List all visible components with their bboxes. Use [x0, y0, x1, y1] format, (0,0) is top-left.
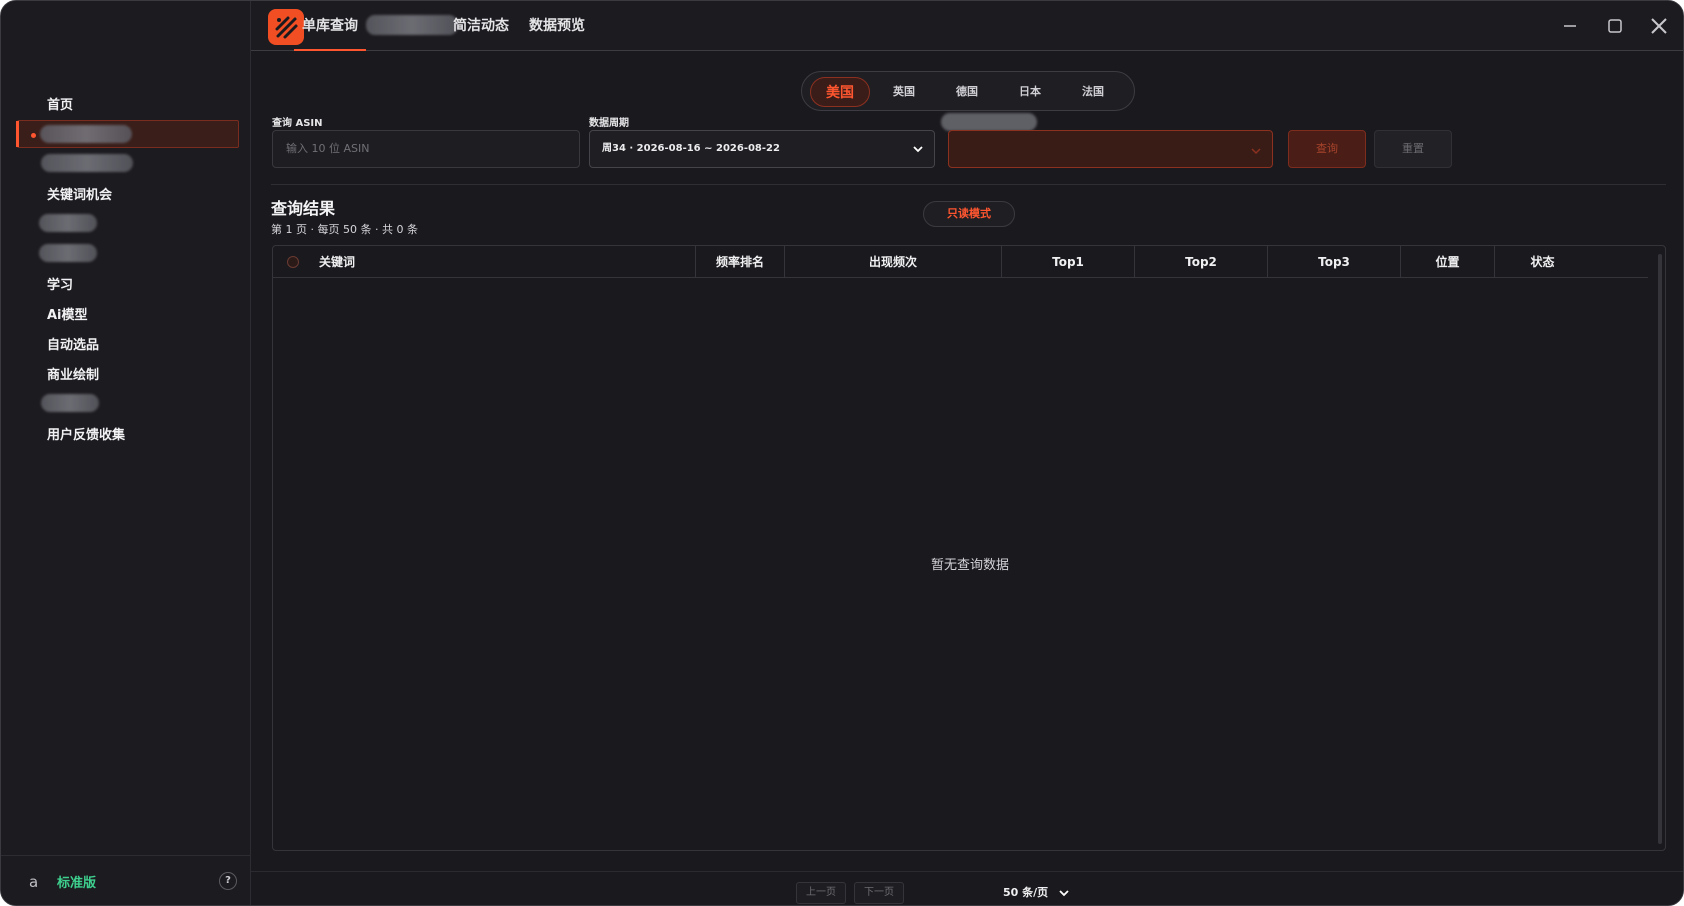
- close-icon[interactable]: [1648, 15, 1670, 37]
- tab-concise-dynamics[interactable]: 简洁动态: [453, 1, 509, 51]
- results-title: 查询结果: [271, 199, 336, 218]
- chevron-down-icon: [1059, 890, 1069, 897]
- marketplace-select[interactable]: [948, 130, 1273, 168]
- tab-single-query[interactable]: 单库查询: [294, 1, 366, 52]
- sidebar-item-auto-selection[interactable]: 自动选品: [17, 329, 239, 357]
- table-scrollbar[interactable]: [1658, 254, 1662, 844]
- col-frequency-rank[interactable]: 频率排名: [696, 246, 785, 278]
- blurred-label: [39, 214, 97, 232]
- country-de[interactable]: 德国: [937, 77, 997, 107]
- tab-data-preview[interactable]: 数据预览: [529, 1, 585, 51]
- sidebar-item-ai-model[interactable]: Ai模型: [17, 299, 239, 327]
- reset-button[interactable]: 重置: [1374, 130, 1452, 168]
- sidebar-item-label: 学习: [47, 277, 74, 293]
- divider: [271, 184, 1666, 185]
- edition-label: 标准版: [57, 876, 97, 891]
- help-icon[interactable]: ?: [219, 872, 237, 890]
- maximize-icon[interactable]: [1604, 15, 1626, 37]
- main-content: 美国 英国 德国 日本 法国 查询 ASIN 输入 10 位 ASIN 数据周期…: [251, 51, 1683, 905]
- active-dot: [31, 133, 36, 138]
- chevron-down-icon: [1251, 148, 1261, 155]
- country-selector: 美国 英国 德国 日本 法国: [801, 71, 1135, 111]
- blurred-label: [366, 15, 458, 35]
- period-value: 周34 · 2026-08-16 ~ 2026-08-22: [602, 143, 780, 154]
- page-size-value: 50 条/页: [1003, 886, 1049, 899]
- sidebar-item-label: 商业绘制: [47, 367, 100, 383]
- period-label: 数据周期: [589, 118, 629, 129]
- sidebar-footer: a 标准版 ?: [1, 855, 251, 905]
- pagination: 上一页 下一页 50 条/页: [251, 871, 1683, 905]
- country-us[interactable]: 美国: [810, 77, 870, 107]
- asin-input[interactable]: 输入 10 位 ASIN: [272, 130, 580, 168]
- sidebar-item-learning[interactable]: 学习: [17, 269, 239, 297]
- col-top2[interactable]: Top2: [1135, 246, 1268, 278]
- blurred-label: [39, 244, 97, 262]
- blurred-label: [41, 154, 133, 172]
- sidebar-item-active-blurred[interactable]: [16, 120, 239, 148]
- country-fr[interactable]: 法国: [1063, 77, 1123, 107]
- blurred-field-label: [941, 113, 1037, 131]
- topbar: 单库查询 简洁动态 数据预览: [251, 1, 1683, 52]
- readonly-badge: 只读模式: [923, 201, 1015, 227]
- results-table: 关键词 频率排名 出现频次 Top1 Top2 Top3 位置 状态 暂无查询数…: [272, 245, 1666, 851]
- col-position[interactable]: 位置: [1401, 246, 1495, 278]
- sidebar-item-label: 用户反馈收集: [47, 427, 126, 443]
- page-size-select[interactable]: 50 条/页: [1003, 882, 1070, 904]
- next-page-button[interactable]: 下一页: [854, 882, 904, 904]
- tab-blurred[interactable]: [366, 15, 458, 37]
- col-top3[interactable]: Top3: [1268, 246, 1401, 278]
- col-occurrence[interactable]: 出现频次: [785, 246, 1002, 278]
- app-window: 首页 关键词机会 学习 Ai模型 自动选品 商业绘制 用户反馈收集 a 标准版 …: [0, 0, 1684, 906]
- chevron-down-icon: [913, 146, 923, 153]
- blurred-label: [41, 394, 99, 412]
- query-button[interactable]: 查询: [1288, 130, 1366, 168]
- sidebar-item-label: 关键词机会: [47, 187, 113, 203]
- empty-state-text: 暂无查询数据: [930, 558, 1009, 573]
- sidebar-item-blurred-10[interactable]: [17, 389, 239, 417]
- sidebar-item-keyword-opportunity[interactable]: 关键词机会: [17, 179, 239, 207]
- minimize-icon[interactable]: [1559, 15, 1581, 37]
- prev-page-button[interactable]: 上一页: [796, 882, 846, 904]
- table-header: 关键词 频率排名 出现频次 Top1 Top2 Top3 位置 状态: [273, 246, 1648, 278]
- country-jp[interactable]: 日本: [1000, 77, 1060, 107]
- col-keyword[interactable]: 关键词: [273, 246, 696, 278]
- results-subtitle: 第 1 页 · 每页 50 条 · 共 0 条: [271, 223, 418, 236]
- app-logo-icon: [268, 9, 304, 45]
- period-select[interactable]: 周34 · 2026-08-16 ~ 2026-08-22: [589, 130, 935, 168]
- country-uk[interactable]: 英国: [874, 77, 934, 107]
- asin-label: 查询 ASIN: [272, 118, 323, 129]
- sidebar-item-home[interactable]: 首页: [17, 89, 239, 117]
- sidebar-item-feedback[interactable]: 用户反馈收集: [17, 419, 239, 447]
- sidebar-item-label: 自动选品: [47, 337, 100, 353]
- sidebar-item-label: 首页: [47, 97, 74, 113]
- sidebar-item-blurred-2[interactable]: [17, 149, 239, 177]
- sidebar-item-blurred-label: [40, 125, 132, 143]
- col-status[interactable]: 状态: [1495, 246, 1590, 278]
- sidebar-item-commercial-drawing[interactable]: 商业绘制: [17, 359, 239, 387]
- sidebar: 首页 关键词机会 学习 Ai模型 自动选品 商业绘制 用户反馈收集 a 标准版 …: [1, 1, 251, 905]
- amazon-icon: a: [29, 872, 39, 891]
- sidebar-item-blurred-5[interactable]: [17, 239, 239, 267]
- col-top1[interactable]: Top1: [1002, 246, 1135, 278]
- sidebar-item-label: Ai模型: [47, 307, 88, 323]
- sidebar-item-blurred-4[interactable]: [17, 209, 239, 237]
